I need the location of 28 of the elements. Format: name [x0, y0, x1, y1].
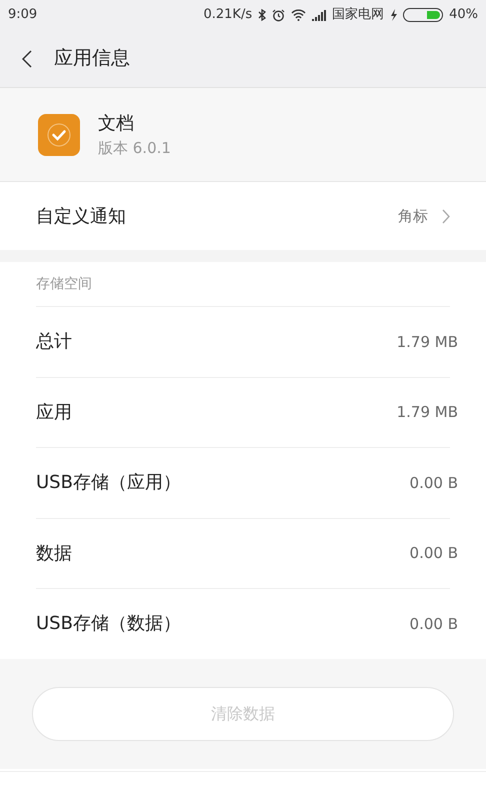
battery-percent: 40% [449, 6, 478, 24]
battery-icon [403, 8, 444, 22]
storage-value: 1.79 MB [396, 402, 458, 423]
charging-icon [390, 9, 398, 21]
storage-label: USB存储（数据） [36, 612, 181, 636]
storage-label: 总计 [36, 330, 72, 354]
notification-value: 角标 [398, 206, 428, 227]
storage-label: USB存储（应用） [36, 471, 181, 496]
status-time: 9:09 [8, 6, 38, 24]
app-icon [38, 114, 80, 156]
storage-value: 1.79 MB [396, 332, 458, 352]
alarm-clock-icon [272, 8, 286, 22]
signal-icon [312, 10, 326, 20]
chevron-right-icon [442, 208, 450, 224]
page-title: 应用信息 [54, 46, 130, 72]
carrier-name: 国家电网 [332, 6, 384, 24]
storage-label: 数据 [36, 542, 72, 566]
storage-label: 应用 [36, 400, 72, 425]
storage-value: 0.00 B [410, 472, 458, 494]
section-header: 存储空间 [36, 274, 93, 294]
network-speed: 0.21K/s [203, 6, 252, 24]
bluetooth-icon [258, 9, 266, 21]
back-icon[interactable] [22, 50, 32, 68]
app-version: 版本 6.0.1 [98, 138, 171, 159]
app-name: 文档 [98, 112, 135, 136]
storage-value: 0.00 B [410, 543, 458, 564]
wifi-icon [291, 9, 306, 21]
storage-value: 0.00 B [410, 614, 458, 634]
